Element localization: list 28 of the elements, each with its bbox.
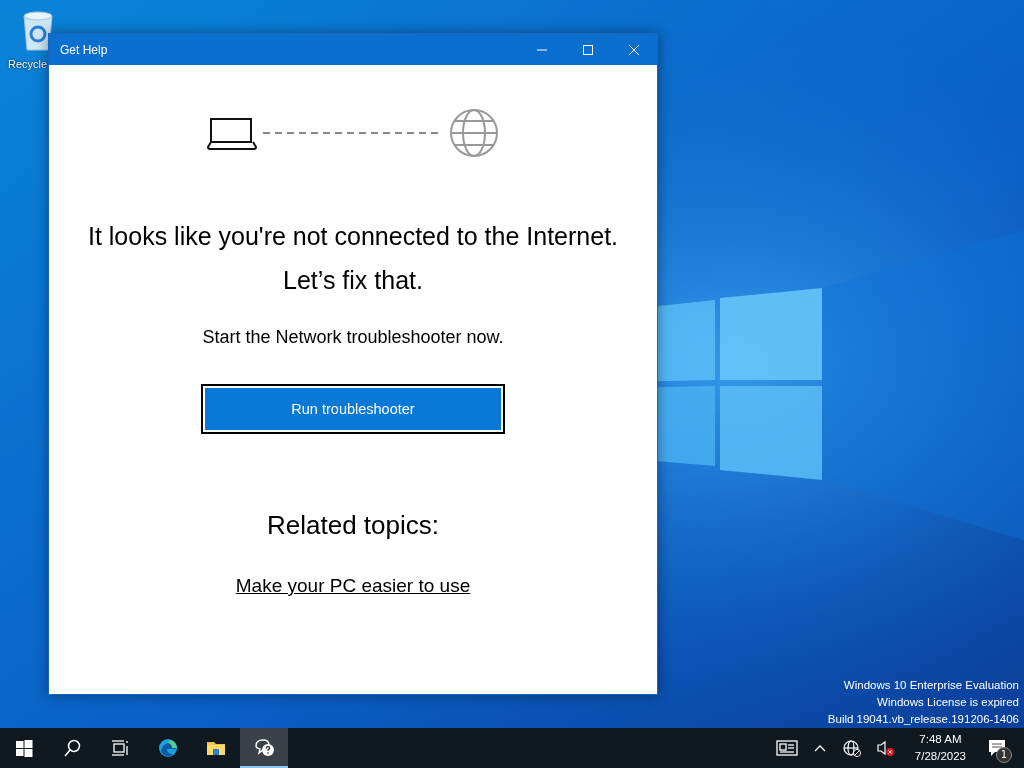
active-app-button[interactable] (240, 728, 288, 768)
clock[interactable]: 7:48 AM 7/28/2023 (906, 731, 974, 765)
subheading-text: Let’s fix that. (283, 265, 423, 296)
muted-speaker-icon[interactable] (875, 738, 896, 758)
news-icon[interactable] (775, 738, 798, 758)
network-icon[interactable] (841, 738, 862, 758)
run-troubleshooter-button[interactable]: Run troubleshooter (201, 384, 505, 434)
globe-icon (449, 108, 499, 158)
maximize-icon[interactable] (582, 43, 594, 56)
related-topics-heading: Related topics: (267, 510, 439, 541)
laptop-icon (207, 116, 257, 150)
heading-text: It looks like you're not connected to the Internet. (87, 221, 619, 252)
notification-count: 1 (996, 747, 1012, 763)
close-icon[interactable] (628, 43, 640, 56)
start-icon[interactable] (14, 738, 34, 758)
task-view-icon[interactable] (110, 738, 130, 758)
instruction-text: Start the Network troubleshooter now. (202, 327, 504, 348)
browser-icon[interactable] (158, 738, 178, 758)
watermark-text: Build 19041.vb_release.191206-1406 (827, 712, 1019, 727)
watermark-text: Windows 10 Enterprise Evaluation (842, 678, 1019, 693)
watermark-text: Windows License is expired (876, 695, 1019, 710)
related-topic-link[interactable]: Make your PC easier to use (235, 575, 471, 597)
window-title: Get Help (59, 42, 108, 57)
chat-help-icon[interactable] (254, 737, 274, 757)
clock-date[interactable]: 7/28/2023 (914, 748, 966, 765)
clock-time[interactable]: 7:48 AM (919, 731, 962, 748)
desktop-icon-label[interactable]: Recycle (8, 58, 48, 70)
search-icon[interactable] (62, 738, 82, 758)
